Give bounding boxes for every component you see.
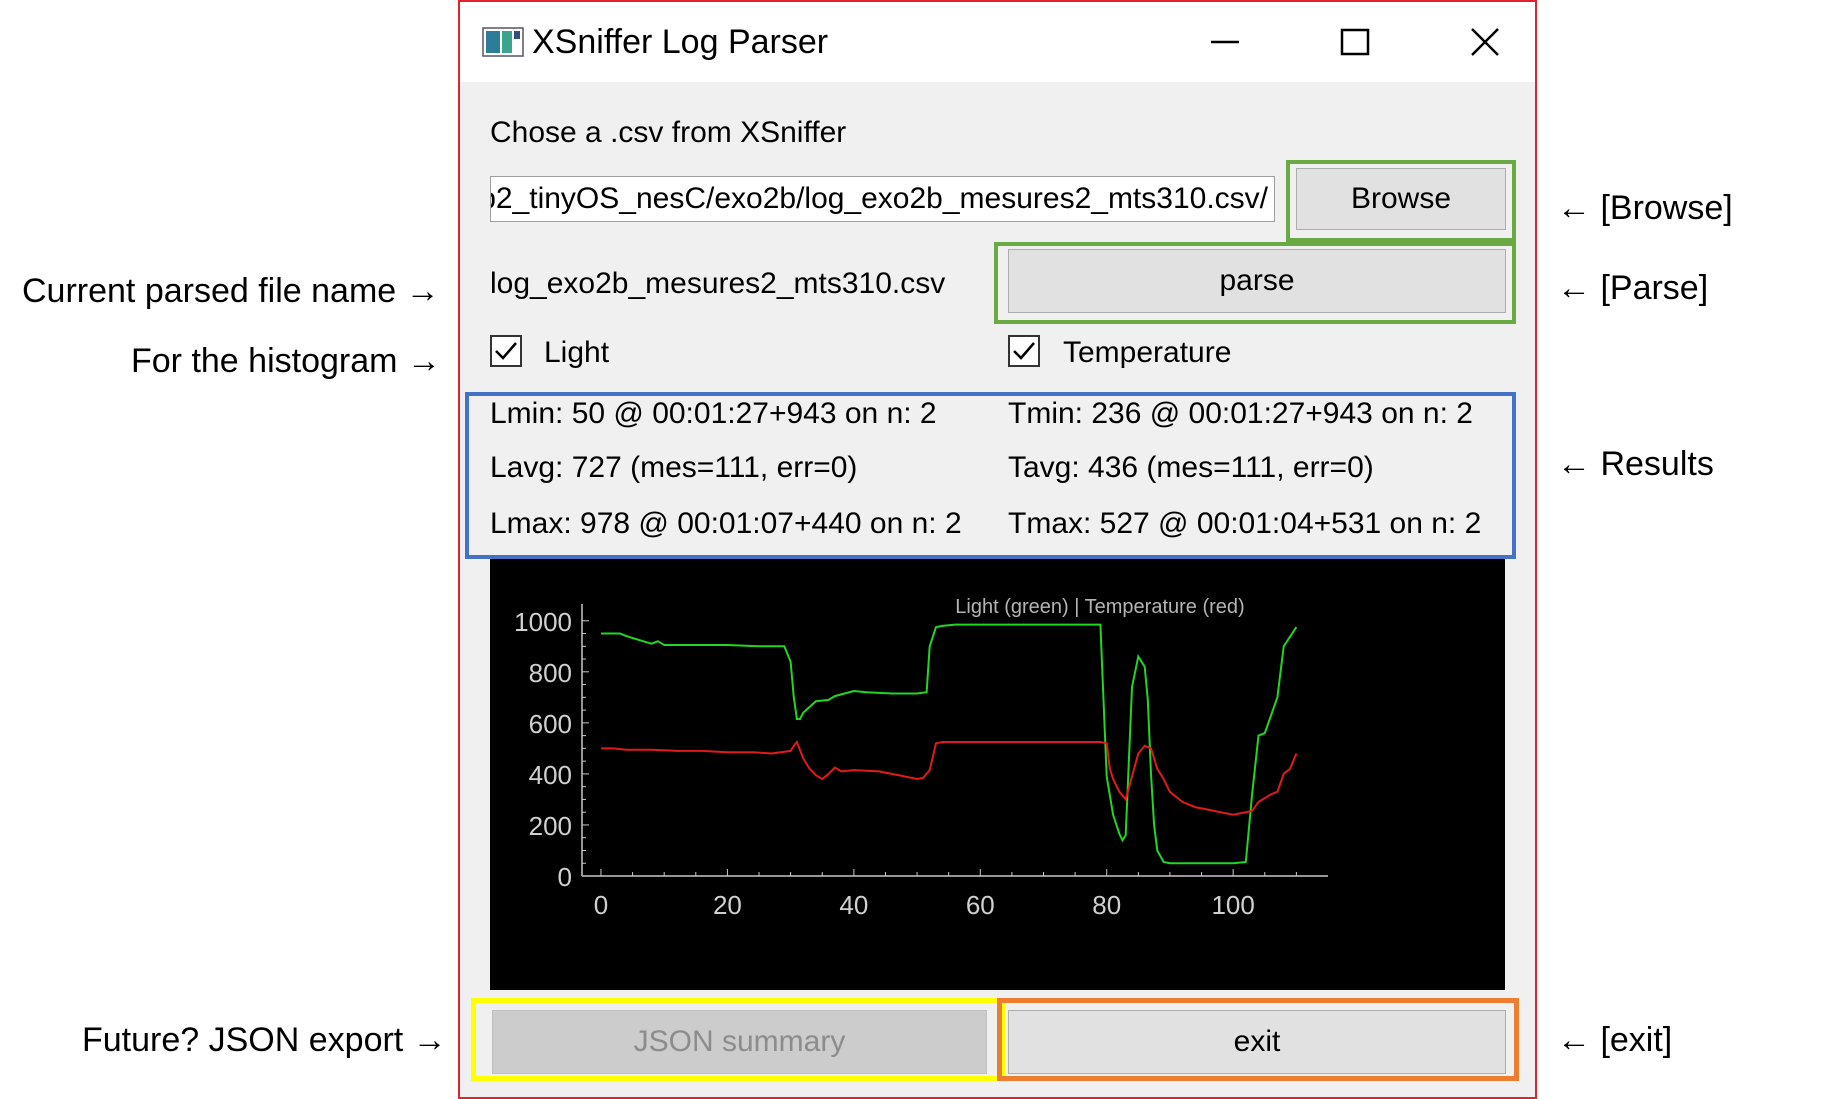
title-bar[interactable]: XSniffer Log Parser [460, 2, 1535, 82]
annotation-json-export: Future? JSON export → [82, 1021, 447, 1059]
app-window: XSniffer Log Parser Chose a .csv from XS… [458, 0, 1537, 1099]
x-tick-label: 60 [966, 890, 995, 920]
light-max-result: Lmax: 978 @ 00:01:07+440 on n: 2 [490, 507, 962, 540]
json-summary-button: JSON summary [492, 1010, 987, 1074]
parse-button[interactable]: parse [1008, 249, 1506, 313]
annotation-parsed-file: Current parsed file name → [22, 272, 440, 310]
chart-title: Light (green) | Temperature (red) [955, 596, 1244, 618]
x-tick-label: 80 [1092, 890, 1121, 920]
app-icon [482, 27, 524, 57]
parsed-file-name: log_exo2b_mesures2_mts310.csv [490, 267, 946, 300]
annotation-parse: ← [Parse] [1557, 269, 1709, 307]
temp-min-result: Tmin: 236 @ 00:01:27+943 on n: 2 [1008, 397, 1473, 430]
x-tick-label: 40 [839, 890, 868, 920]
y-tick-label: 800 [529, 658, 572, 688]
light-checkbox[interactable] [490, 335, 522, 367]
chart-svg: Light (green) | Temperature (red) 020040… [514, 596, 1328, 920]
window-title: XSniffer Log Parser [532, 23, 829, 61]
exit-button[interactable]: exit [1008, 1010, 1506, 1074]
temp-avg-result: Tavg: 436 (mes=111, err=0) [1008, 451, 1374, 484]
y-tick-label: 0 [558, 862, 572, 892]
close-icon[interactable] [1445, 16, 1525, 68]
light-min-result: Lmin: 50 @ 00:01:27+943 on n: 2 [490, 397, 937, 430]
annotation-exit: ← [exit] [1557, 1021, 1673, 1059]
annotation-results: ← Results [1557, 445, 1714, 483]
annotation-browse: ← [Browse] [1557, 189, 1733, 227]
x-tick-label: 20 [713, 890, 742, 920]
annotation-histogram: For the histogram → [131, 342, 441, 380]
x-tick-label: 0 [594, 890, 608, 920]
histogram-chart: Light (green) | Temperature (red) 0 200 40… [490, 558, 1505, 990]
y-tick-label: 600 [529, 709, 572, 739]
temperature-checkbox[interactable] [1008, 335, 1040, 367]
temperature-series-line [601, 740, 1298, 816]
file-path-input[interactable]: /home/user/TP/tp2_tinyOS_nesC/exo2b/log_… [490, 176, 1275, 222]
light-avg-result: Lavg: 727 (mes=111, err=0) [490, 451, 858, 484]
temp-max-result: Tmax: 527 @ 00:01:04+531 on n: 2 [1008, 507, 1482, 540]
browse-button[interactable]: Browse [1296, 168, 1506, 230]
y-tick-label: 200 [529, 811, 572, 841]
maximize-icon[interactable] [1315, 16, 1395, 68]
x-tick-label: 100 [1211, 890, 1254, 920]
light-checkbox-label[interactable]: Light [544, 333, 609, 373]
light-series-line [601, 623, 1298, 865]
y-tick-label: 400 [529, 760, 572, 790]
file-prompt-label: Chose a .csv from XSniffer [490, 116, 847, 149]
checkmark-icon [1013, 342, 1035, 360]
checkmark-icon [495, 342, 517, 360]
minimize-icon[interactable] [1185, 16, 1265, 68]
temperature-checkbox-label[interactable]: Temperature [1063, 333, 1231, 373]
y-tick-label: 1000 [514, 607, 572, 637]
